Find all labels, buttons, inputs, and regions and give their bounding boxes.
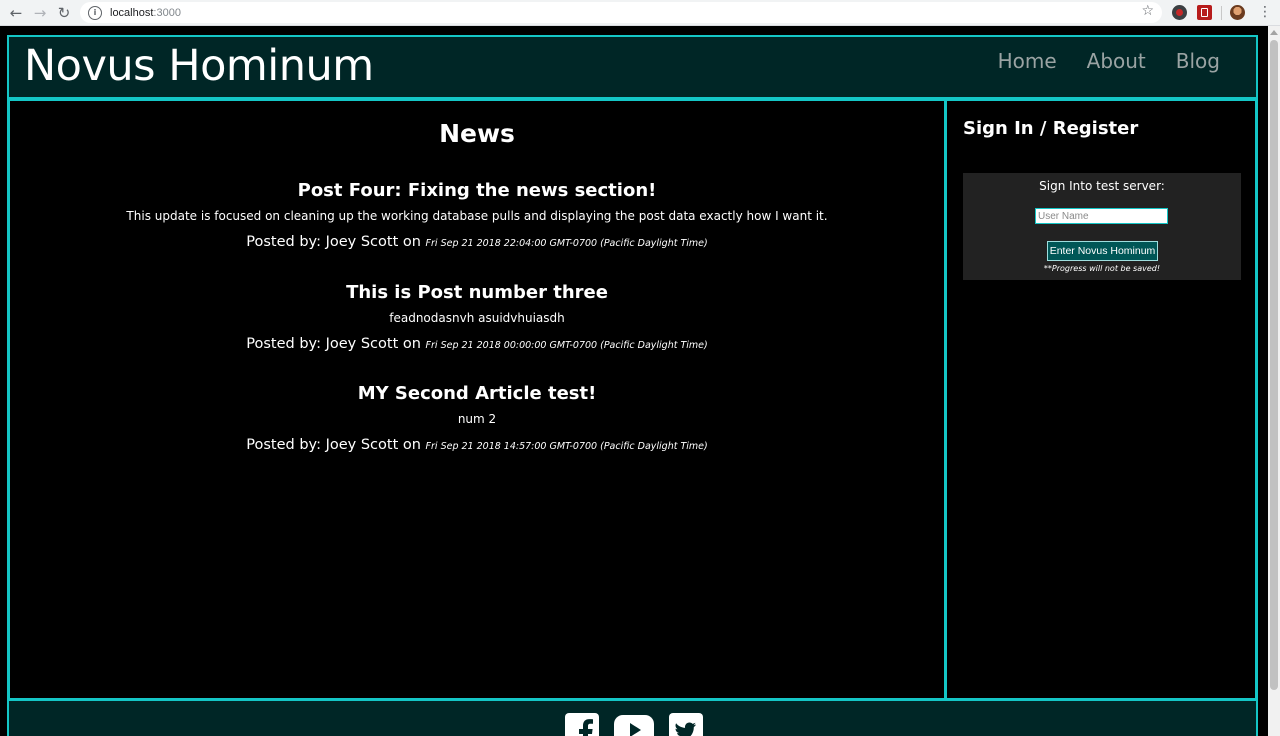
post-body: feadnodasnvh asuidvhuiasdh [389,311,565,325]
news-post: Post Four: Fixing the news section! This… [10,180,944,250]
site-info-icon[interactable]: i [88,5,102,20]
post-title: MY Second Article test! [357,383,597,404]
post-date: Fri Sep 21 2018 22:04:00 GMT-0700 (Pacif… [425,238,708,249]
profile-avatar[interactable] [1230,5,1245,20]
site-title: Novus Hominum [24,41,374,91]
post-meta: Posted by: Joey Scott on Fri Sep 21 2018… [10,437,944,453]
signin-label: Sign Into test server: [1039,179,1165,193]
news-panel: News Post Four: Fixing the news section!… [7,98,947,701]
main-nav: Home About Blog [998,49,1220,73]
forward-icon[interactable]: → [28,1,52,25]
post-author: Posted by: Joey Scott on [246,437,421,453]
twitter-icon[interactable] [669,713,703,736]
scroll-up-icon[interactable] [1270,30,1278,35]
post-author: Posted by: Joey Scott on [246,336,421,352]
news-post: This is Post number three feadnodasnvh a… [10,282,944,352]
post-date: Fri Sep 21 2018 14:57:00 GMT-0700 (Pacif… [425,441,708,452]
post-title: This is Post number three [346,282,608,303]
url-text: localhost:3000 [110,7,181,19]
facebook-icon[interactable] [565,713,599,736]
pdf-extension-icon[interactable] [1197,5,1212,20]
url-port: :3000 [153,6,181,19]
page-scrollbar[interactable] [1268,26,1280,736]
scrollbar-thumb[interactable] [1270,40,1278,690]
post-author: Posted by: Joey Scott on [246,234,421,250]
toolbar-divider [1221,6,1222,20]
page: Novus Hominum Home About Blog News Post … [0,26,1280,736]
post-meta: Posted by: Joey Scott on Fri Sep 21 2018… [10,234,944,250]
menu-kebab-icon[interactable]: ⋮ [1258,3,1272,21]
signin-panel: Sign In / Register Sign Into test server… [944,98,1258,701]
post-title: Post Four: Fixing the news section! [297,180,657,201]
extension-icon[interactable] [1172,5,1187,20]
address-bar[interactable]: i localhost:3000 ☆ [80,2,1162,23]
back-icon[interactable]: ← [4,1,28,25]
post-date: Fri Sep 21 2018 00:00:00 GMT-0700 (Pacif… [425,340,708,351]
site-header: Novus Hominum Home About Blog [7,35,1258,99]
post-meta: Posted by: Joey Scott on Fri Sep 21 2018… [10,336,944,352]
signin-heading: Sign In / Register [963,118,1139,139]
post-body: num 2 [457,412,497,426]
signin-form: Sign Into test server: Enter Novus Homin… [963,173,1241,280]
social-links [565,713,703,736]
nav-link-home[interactable]: Home [998,49,1057,73]
post-body: This update is focused on cleaning up th… [126,209,828,223]
browser-toolbar: ← → ↻ i localhost:3000 ☆ ⋮ [0,0,1280,26]
enter-button[interactable]: Enter Novus Hominum [1047,241,1158,261]
progress-note: **Progress will not be saved! [1043,264,1161,273]
bookmark-star-icon[interactable]: ☆ [1141,3,1154,19]
youtube-icon[interactable] [614,713,654,736]
news-post: MY Second Article test! num 2 Posted by:… [10,383,944,453]
username-input[interactable] [1035,208,1168,224]
url-host: localhost [110,6,154,19]
reload-icon[interactable]: ↻ [52,1,76,25]
news-heading: News [439,119,515,148]
nav-link-about[interactable]: About [1087,49,1146,73]
site-footer [7,699,1258,736]
nav-link-blog[interactable]: Blog [1176,49,1220,73]
